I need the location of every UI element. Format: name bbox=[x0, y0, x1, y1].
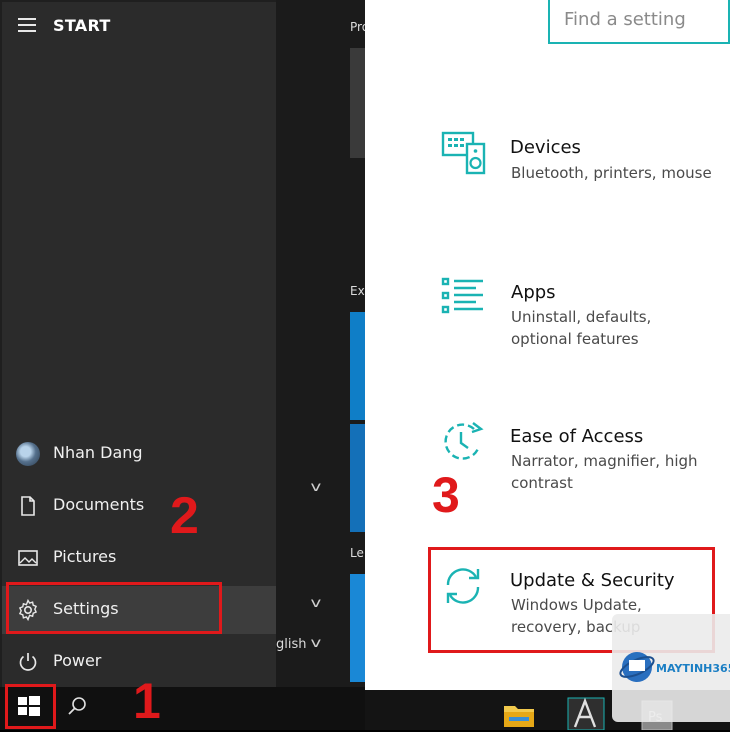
file-explorer-icon[interactable] bbox=[503, 700, 535, 728]
step-number-3: 3 bbox=[432, 467, 460, 523]
search-icon[interactable] bbox=[62, 692, 92, 722]
category-description: Uninstall, defaults, optional features bbox=[511, 308, 652, 348]
ease-of-access-icon bbox=[444, 422, 484, 460]
user-account-item[interactable]: Nhan Dang bbox=[2, 430, 276, 478]
font-app-icon[interactable] bbox=[567, 697, 605, 730]
chevron-down-icon[interactable]: v bbox=[310, 636, 321, 651]
documents-label: Documents bbox=[53, 495, 145, 514]
highlight-start-button bbox=[5, 684, 56, 729]
tile[interactable] bbox=[350, 424, 365, 532]
start-title: START bbox=[53, 16, 111, 35]
apps-icon bbox=[441, 277, 483, 314]
chevron-down-icon[interactable]: v bbox=[310, 596, 321, 611]
tile[interactable] bbox=[350, 48, 365, 158]
avatar bbox=[16, 442, 40, 466]
tile[interactable] bbox=[350, 312, 365, 420]
tile[interactable] bbox=[350, 574, 365, 682]
category-title: Apps bbox=[511, 282, 556, 303]
power-icon bbox=[19, 653, 37, 671]
search-placeholder: Find a setting bbox=[564, 9, 686, 30]
category-title: Devices bbox=[510, 137, 581, 158]
category-description: Narrator, magnifier, high contrast bbox=[511, 452, 698, 492]
watermark-brand: MAYTINH365 bbox=[656, 662, 730, 675]
chevron-down-icon[interactable]: v bbox=[310, 480, 321, 495]
language-label: glish bbox=[276, 637, 307, 652]
documents-item[interactable]: Documents bbox=[2, 482, 276, 530]
highlight-settings-item bbox=[6, 582, 222, 634]
pictures-label: Pictures bbox=[53, 547, 117, 566]
user-name: Nhan Dang bbox=[53, 443, 143, 462]
pictures-item[interactable]: Pictures bbox=[2, 534, 276, 582]
category-description: Bluetooth, printers, mouse bbox=[511, 164, 712, 182]
devices-icon bbox=[441, 131, 486, 175]
picture-icon bbox=[18, 550, 38, 566]
step-number-1: 1 bbox=[133, 673, 161, 729]
find-setting-search-input[interactable]: Find a setting bbox=[548, 0, 730, 44]
document-icon bbox=[21, 496, 35, 516]
category-title: Ease of Access bbox=[510, 426, 644, 447]
maytinh365-logo bbox=[619, 652, 655, 682]
power-label: Power bbox=[53, 651, 102, 670]
hamburger-menu-icon[interactable] bbox=[18, 18, 36, 32]
step-number-2: 2 bbox=[170, 487, 199, 545]
